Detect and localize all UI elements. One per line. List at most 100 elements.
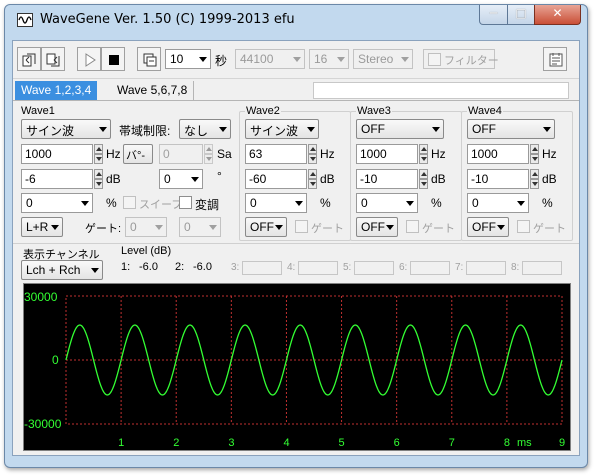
phase-select[interactable]: 0 <box>159 169 203 189</box>
open-file-button[interactable] <box>17 47 41 71</box>
burst-spinner[interactable] <box>204 144 213 164</box>
tab-wave-5-8[interactable]: Wave 5,6,7,8 <box>111 81 195 100</box>
title-bar[interactable]: WaveGene Ver. 1.50 (C) 1999-2013 efu ─ □… <box>5 5 587 35</box>
duration-select[interactable]: 10 <box>165 49 211 69</box>
wave1-freq-input[interactable]: 1000 <box>21 144 93 164</box>
sample-rate-select[interactable]: 44100 <box>235 49 305 69</box>
wave3-gate-checkbox[interactable] <box>406 220 419 233</box>
timer-icon <box>143 53 157 67</box>
wave1-waveform-select[interactable]: サイン波 <box>21 119 111 139</box>
level-ch6-label: 6: <box>399 262 408 273</box>
channel-mode-select[interactable]: Stereo <box>353 49 413 69</box>
wave3-level-spinner[interactable] <box>419 169 428 189</box>
spin-down-icon[interactable] <box>419 179 428 189</box>
sweep-checkbox[interactable] <box>123 196 136 209</box>
burst-label: バ°- <box>126 150 146 162</box>
spin-up-icon[interactable] <box>94 144 103 154</box>
spin-up-icon[interactable] <box>308 144 317 154</box>
wave2-route-value: OFF <box>250 220 274 234</box>
spin-up-icon[interactable] <box>530 169 539 179</box>
wave2-freq-spinner[interactable] <box>308 144 317 164</box>
wave2-level-input[interactable]: -60 <box>245 169 307 189</box>
gate-off-select[interactable]: 0 <box>179 217 221 237</box>
stop-button[interactable] <box>101 47 125 71</box>
chevron-down-icon <box>99 127 107 132</box>
play-button[interactable] <box>77 47 101 71</box>
tab-wave-1-4[interactable]: Wave 1,2,3,4 <box>15 81 98 100</box>
spin-down-icon[interactable] <box>308 154 317 164</box>
wave2-route-select[interactable]: OFF <box>245 217 287 237</box>
wave2-waveform-value: サイン波 <box>250 124 299 138</box>
level-ch7-meter <box>466 261 506 275</box>
spin-up-icon[interactable] <box>204 144 213 154</box>
modulation-checkbox[interactable] <box>179 196 192 209</box>
window-title: WaveGene Ver. 1.50 (C) 1999-2013 efu <box>40 12 295 27</box>
wave3-dc-select[interactable]: 0 <box>356 193 418 213</box>
level-ch8-meter <box>522 261 562 275</box>
spin-down-icon[interactable] <box>530 179 539 189</box>
wave3-route-select[interactable]: OFF <box>356 217 398 237</box>
close-button[interactable]: ✕ <box>534 5 581 25</box>
wave1-level-input[interactable]: -6 <box>21 169 93 189</box>
band-limit-select[interactable]: なし <box>179 119 231 139</box>
close-icon: ✕ <box>552 6 563 20</box>
wave3-dc-unit: % <box>431 196 442 210</box>
save-file-button[interactable] <box>41 47 65 71</box>
wave2-gate-checkbox[interactable] <box>295 220 308 233</box>
wave4-waveform-value: OFF <box>472 122 496 136</box>
spin-down-icon[interactable] <box>204 154 213 164</box>
wave3-freq-spinner[interactable] <box>419 144 428 164</box>
spin-down-icon[interactable] <box>419 154 428 164</box>
spin-down-icon[interactable] <box>308 179 317 189</box>
wave2-gate-label: ゲート <box>311 223 344 235</box>
wave4-route-select[interactable]: OFF <box>467 217 509 237</box>
wave3-level-input[interactable]: -10 <box>356 169 418 189</box>
level-ch2-label: 2: <box>175 261 185 273</box>
level-ch7-label: 7: <box>455 262 464 273</box>
spin-up-icon[interactable] <box>419 144 428 154</box>
wave2-dc-select[interactable]: 0 <box>245 193 307 213</box>
wave1-dc-select[interactable]: 0 <box>21 193 93 213</box>
settings-button[interactable] <box>543 47 567 71</box>
burst-mode-button[interactable]: バ°- <box>123 144 153 164</box>
filter-checkbox[interactable] <box>428 53 441 66</box>
wave3-waveform-select[interactable]: OFF <box>356 119 444 139</box>
chevron-down-icon <box>543 127 551 132</box>
wave1-route-select[interactable]: L+R <box>21 217 63 237</box>
wave2-waveform-select[interactable]: サイン波 <box>245 119 319 139</box>
client-area: 10 秒 44100 16 Stereo フィルター Wave 1,2,3,4 … <box>12 40 580 456</box>
bit-depth-select[interactable]: 16 <box>309 49 349 69</box>
wave4-waveform-select[interactable]: OFF <box>467 119 555 139</box>
spin-up-icon[interactable] <box>419 169 428 179</box>
spin-down-icon[interactable] <box>94 179 103 189</box>
modulation-label: 変調 <box>195 198 220 212</box>
chevron-down-icon <box>293 57 301 62</box>
spin-up-icon[interactable] <box>530 144 539 154</box>
gate-on-select[interactable]: 0 <box>125 217 167 237</box>
display-channel-select[interactable]: Lch + Rch <box>21 260 103 280</box>
spin-down-icon[interactable] <box>94 154 103 164</box>
wave4-level-input[interactable]: -10 <box>467 169 529 189</box>
burst-input[interactable]: 0 <box>159 144 203 164</box>
wave4-freq-spinner[interactable] <box>530 144 539 164</box>
maximize-button[interactable]: □ <box>507 5 535 25</box>
wave4-gate-checkbox[interactable] <box>517 220 530 233</box>
wave4-level-spinner[interactable] <box>530 169 539 189</box>
spin-down-icon[interactable] <box>530 154 539 164</box>
filter-toggle[interactable]: フィルター <box>423 49 499 69</box>
wave2-freq-input[interactable]: 63 <box>245 144 307 164</box>
spin-up-icon[interactable] <box>308 169 317 179</box>
wave3-dc-value: 0 <box>361 196 368 210</box>
wave1-level-spinner[interactable] <box>94 169 103 189</box>
minimize-icon: ─ <box>489 6 498 20</box>
wave4-dc-select[interactable]: 0 <box>467 193 529 213</box>
loop-timer-button[interactable] <box>137 47 161 71</box>
wave1-freq-spinner[interactable] <box>94 144 103 164</box>
wave4-freq-input[interactable]: 1000 <box>467 144 529 164</box>
spin-up-icon[interactable] <box>94 169 103 179</box>
wave1-waveform-value: サイン波 <box>26 124 75 138</box>
level-ch1-value: -6.0 <box>139 261 158 273</box>
wave2-level-spinner[interactable] <box>308 169 317 189</box>
minimize-button[interactable]: ─ <box>479 5 508 25</box>
wave3-freq-input[interactable]: 1000 <box>356 144 418 164</box>
